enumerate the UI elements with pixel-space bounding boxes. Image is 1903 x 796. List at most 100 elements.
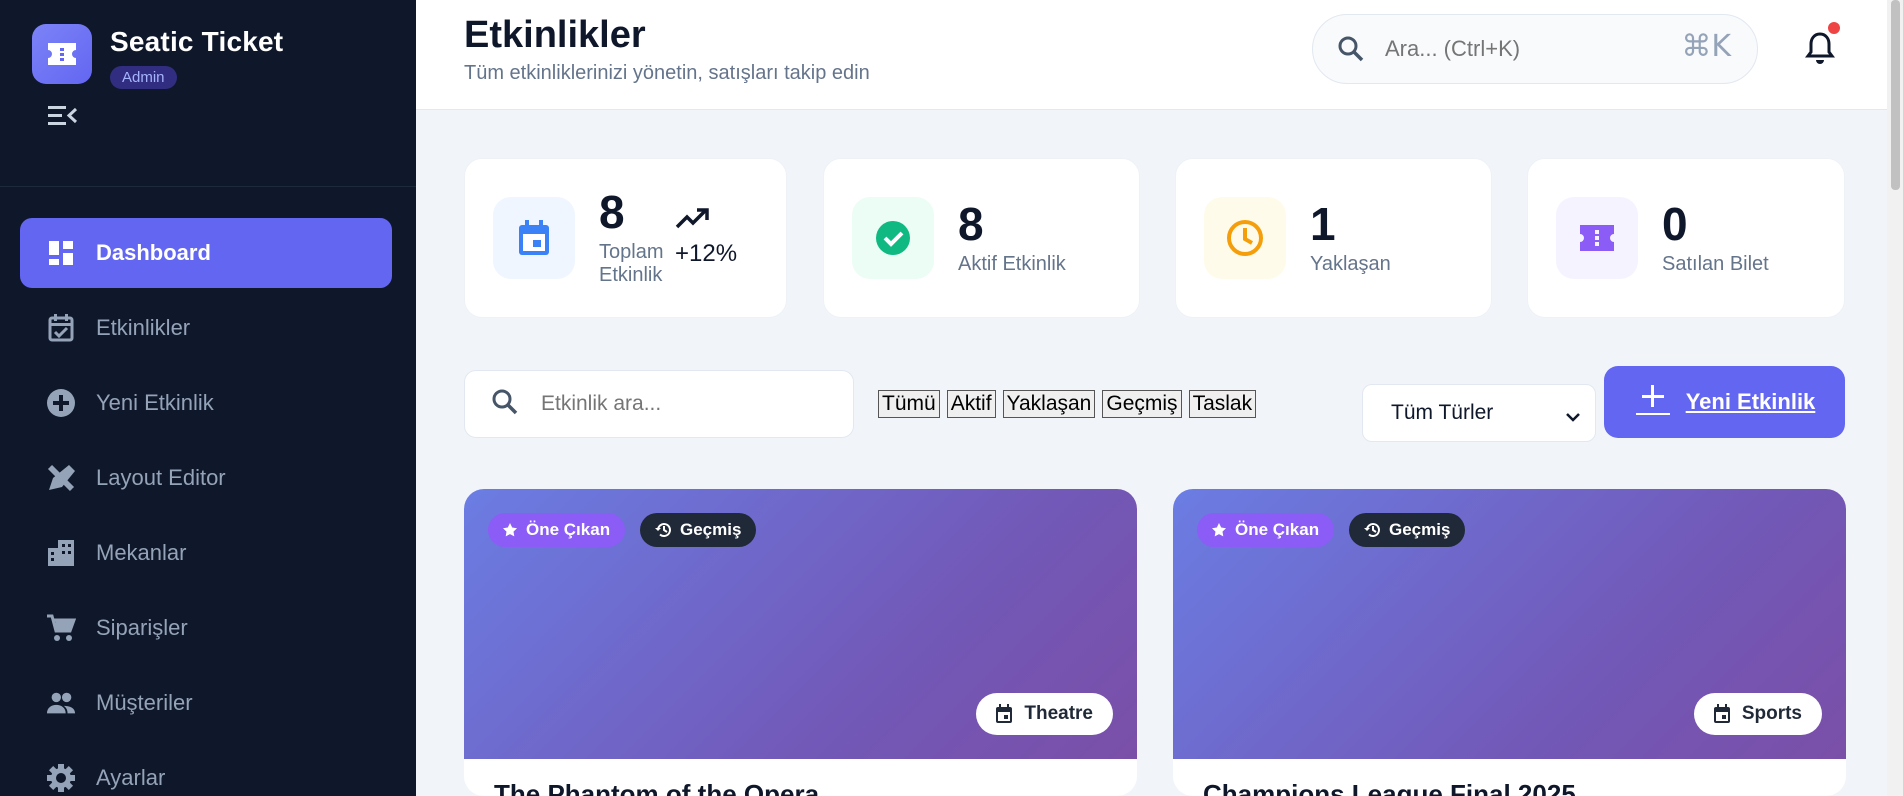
search-icon: [1337, 35, 1365, 63]
cart-icon: [46, 613, 76, 643]
page-subtitle: Tüm etkinliklerinizi yönetin, satışları …: [464, 62, 870, 84]
collapse-menu-icon[interactable]: [46, 103, 78, 129]
calendar-icon: [493, 197, 575, 279]
search-icon: [491, 388, 519, 421]
sidebar-item-label: Ayarlar: [96, 765, 166, 790]
scrollbar-thumb[interactable]: [1891, 0, 1900, 190]
star-icon: [503, 523, 517, 537]
featured-label: Öne Çıkan: [1235, 520, 1320, 539]
featured-label: Öne Çıkan: [526, 520, 611, 539]
filter-past-button[interactable]: Geçmiş: [1102, 390, 1182, 418]
role-badge: Admin: [110, 66, 177, 89]
sidebar-item-siparisler[interactable]: Siparişler: [20, 593, 392, 663]
star-icon: [1212, 523, 1226, 537]
calendar-check-icon: [46, 313, 76, 343]
sidebar-item-label: Mekanlar: [96, 540, 187, 565]
filter-active-button[interactable]: Aktif: [946, 390, 996, 418]
notification-dot: [1828, 22, 1840, 34]
sidebar-item-mekanlar[interactable]: Mekanlar: [20, 518, 392, 588]
stat-card-active-events: 8 Aktif Etkinlik: [823, 158, 1140, 318]
brand[interactable]: Seatic Ticket Admin: [32, 24, 283, 89]
global-search-input[interactable]: [1385, 36, 1665, 62]
sidebar-item-dashboard[interactable]: Dashboard: [20, 218, 392, 288]
sidebar-nav: Dashboard Etkinlikler Yeni Etkinlik Layo…: [20, 218, 392, 796]
brand-name: Seatic Ticket: [110, 26, 284, 57]
event-cover-image: Öne Çıkan Geçmiş Sports: [1173, 489, 1846, 759]
event-type-select[interactable]: Tüm Türler: [1362, 384, 1596, 442]
stat-value: 8: [599, 186, 625, 238]
sidebar: Seatic Ticket Admin Dashboard Etkinlikle…: [0, 0, 416, 796]
event-type-label: Theatre: [1024, 703, 1093, 724]
stat-label: Satılan Bilet: [1662, 252, 1769, 275]
sidebar-item-musteriler[interactable]: Müşteriler: [20, 668, 392, 738]
stat-label: Toplam Etkinlik: [599, 241, 664, 286]
filter-upcoming-button[interactable]: Yaklaşan: [1002, 390, 1096, 418]
featured-badge: Öne Çıkan: [488, 513, 626, 547]
clock-icon: [1204, 197, 1286, 279]
filter-draft-button[interactable]: Taslak: [1188, 390, 1257, 418]
stat-trend: +12%: [675, 207, 737, 268]
plus-icon: [1634, 381, 1672, 423]
chevron-down-icon: [1565, 405, 1581, 429]
add-circle-icon: [46, 388, 76, 418]
new-event-label: Yeni Etkinlik: [1685, 389, 1816, 414]
sidebar-item-ayarlar[interactable]: Ayarlar: [20, 743, 392, 796]
stat-value: 0: [1662, 197, 1688, 250]
featured-badge: Öne Çıkan: [1197, 513, 1335, 547]
event-type-label: Sports: [1741, 703, 1802, 724]
sidebar-item-label: Yeni Etkinlik: [96, 390, 214, 415]
event-type-badge: Theatre: [976, 693, 1113, 735]
ticket-logo-icon: [32, 24, 92, 84]
sidebar-item-label: Müşteriler: [96, 690, 193, 715]
event-search[interactable]: [464, 370, 854, 438]
stat-label: Aktif Etkinlik: [958, 252, 1066, 275]
status-label: Geçmiş: [1389, 520, 1451, 539]
stat-value: 8: [958, 197, 984, 250]
calendar-icon: [996, 704, 1013, 723]
status-filters: Tümü Aktif Yaklaşan Geçmiş Taslak: [878, 390, 1263, 418]
page-title: Etkinlikler: [464, 14, 646, 56]
new-event-button[interactable]: Yeni Etkinlik: [1604, 366, 1845, 438]
stat-card-total-events: 8 Toplam Etkinlik +12%: [464, 158, 787, 318]
select-value: Tüm Türler: [1391, 401, 1494, 424]
status-badge: Geçmiş: [1349, 513, 1466, 547]
event-title: The Phantom of the Opera: [494, 779, 820, 796]
global-search[interactable]: ⌘K: [1312, 14, 1758, 84]
dashboard-icon: [46, 238, 76, 268]
filter-all-button[interactable]: Tümü: [878, 390, 940, 418]
ticket-icon: [1556, 197, 1638, 279]
status-badge: Geçmiş: [640, 513, 757, 547]
sidebar-item-label: Etkinlikler: [96, 315, 191, 340]
sidebar-item-label: Dashboard: [96, 240, 211, 265]
sidebar-item-layout-editor[interactable]: Layout Editor: [20, 443, 392, 513]
sidebar-item-yeni-etkinlik[interactable]: Yeni Etkinlik: [20, 368, 392, 438]
people-icon: [46, 688, 76, 718]
event-card[interactable]: Öne Çıkan Geçmiş Sports Champions League…: [1173, 489, 1846, 796]
sidebar-item-label: Layout Editor: [96, 465, 226, 490]
trending-up-icon: [675, 208, 709, 233]
building-icon: [46, 538, 76, 568]
event-card[interactable]: Öne Çıkan Geçmiş Theatre The Phantom of …: [464, 489, 1137, 796]
design-icon: [46, 463, 76, 493]
shortcut-hint: ⌘K: [1681, 29, 1731, 64]
event-search-input[interactable]: [541, 392, 841, 416]
stat-label: Yaklaşan: [1310, 252, 1391, 275]
stat-card-tickets-sold: 0 Satılan Bilet: [1527, 158, 1845, 318]
sidebar-item-label: Siparişler: [96, 615, 188, 640]
history-icon: [655, 523, 671, 538]
event-type-badge: Sports: [1693, 693, 1822, 735]
stat-card-upcoming: 1 Yaklaşan: [1175, 158, 1492, 318]
history-icon: [1364, 523, 1380, 538]
gear-icon: [46, 763, 76, 793]
stat-value: 1: [1310, 197, 1336, 250]
calendar-icon: [1713, 704, 1730, 723]
top-header: Etkinlikler Tüm etkinliklerinizi yönetin…: [416, 0, 1887, 110]
sidebar-divider: [0, 186, 416, 187]
status-label: Geçmiş: [680, 520, 742, 539]
event-cover-image: Öne Çıkan Geçmiş Theatre: [464, 489, 1137, 759]
check-circle-icon: [852, 197, 934, 279]
notification-bell-icon[interactable]: [1800, 28, 1840, 68]
sidebar-item-etkinlikler[interactable]: Etkinlikler: [20, 293, 392, 363]
event-title: Champions League Final 2025: [1203, 779, 1576, 796]
trend-value: +12%: [675, 240, 738, 267]
